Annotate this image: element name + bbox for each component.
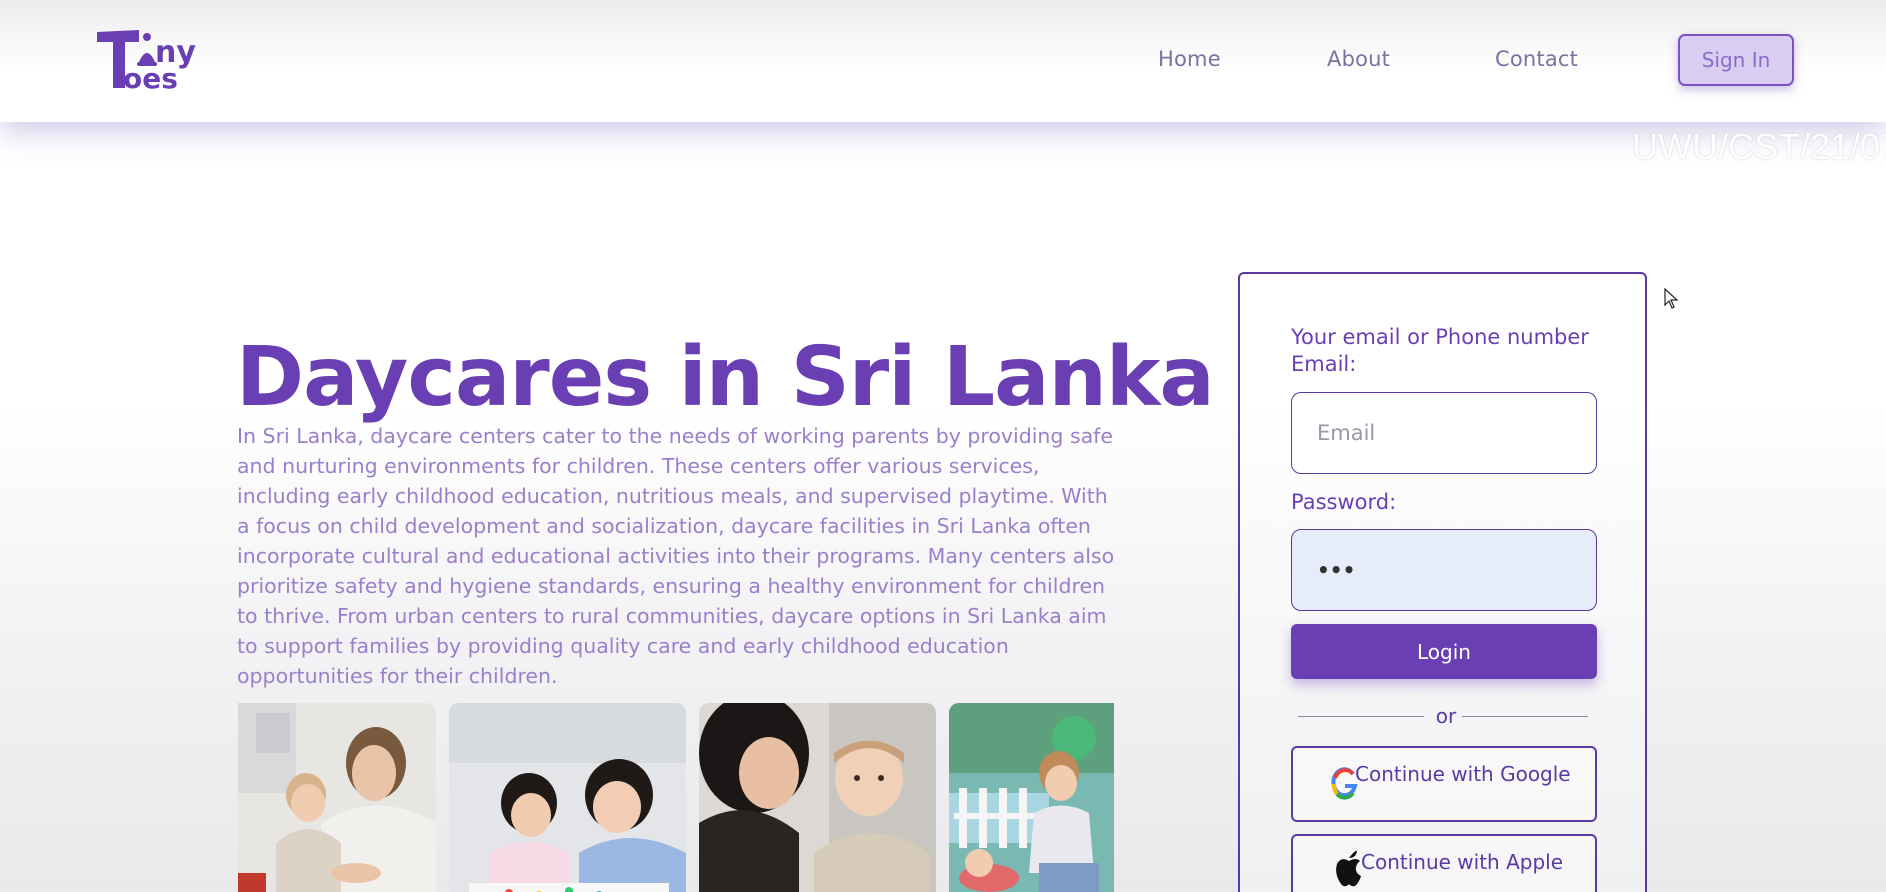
divider-line-right: [1462, 716, 1588, 717]
hero-title: Daycares in Sri Lanka: [236, 330, 1215, 425]
email-label: Your email or Phone number Email:: [1291, 325, 1589, 376]
photo-parent-child-play: [238, 703, 436, 892]
photo-gallery: [238, 703, 1114, 892]
divider-line-left: [1298, 716, 1424, 717]
nav-contact-link[interactable]: Contact: [1495, 47, 1578, 71]
nav-home-link[interactable]: Home: [1158, 47, 1221, 71]
tiny-toes-logo[interactable]: ny oes: [95, 26, 215, 96]
photo-mother-daughter-drawing: [449, 703, 686, 892]
apple-icon: [1336, 850, 1361, 887]
svg-text:oes: oes: [123, 62, 178, 95]
sign-in-button[interactable]: Sign In: [1678, 34, 1794, 86]
apple-button-label: Continue with Apple: [1361, 850, 1564, 874]
or-divider: or: [1298, 704, 1588, 728]
mouse-cursor-icon: [1664, 288, 1679, 309]
password-label: Password:: [1291, 490, 1397, 514]
or-label: or: [1435, 704, 1457, 728]
hero-description: In Sri Lanka, daycare centers cater to t…: [237, 424, 1115, 688]
google-button-label: Continue with Google: [1355, 762, 1571, 786]
password-input[interactable]: •••: [1291, 529, 1597, 611]
photo-kids-playroom: [949, 703, 1114, 892]
email-input[interactable]: [1291, 392, 1597, 474]
nav-about-link[interactable]: About: [1327, 47, 1390, 71]
student-id-watermark: UWU/CST/21/07: [1632, 126, 1886, 167]
continue-with-google-button[interactable]: Continue with Google: [1291, 746, 1597, 822]
top-navbar: ny oes Home About Contact Sign In: [0, 0, 1886, 122]
login-form: Your email or Phone number Email: Passwo…: [1238, 272, 1647, 892]
login-button[interactable]: Login: [1291, 624, 1597, 679]
continue-with-apple-button[interactable]: Continue with Apple: [1291, 834, 1597, 892]
photo-mother-baby: [699, 703, 936, 892]
